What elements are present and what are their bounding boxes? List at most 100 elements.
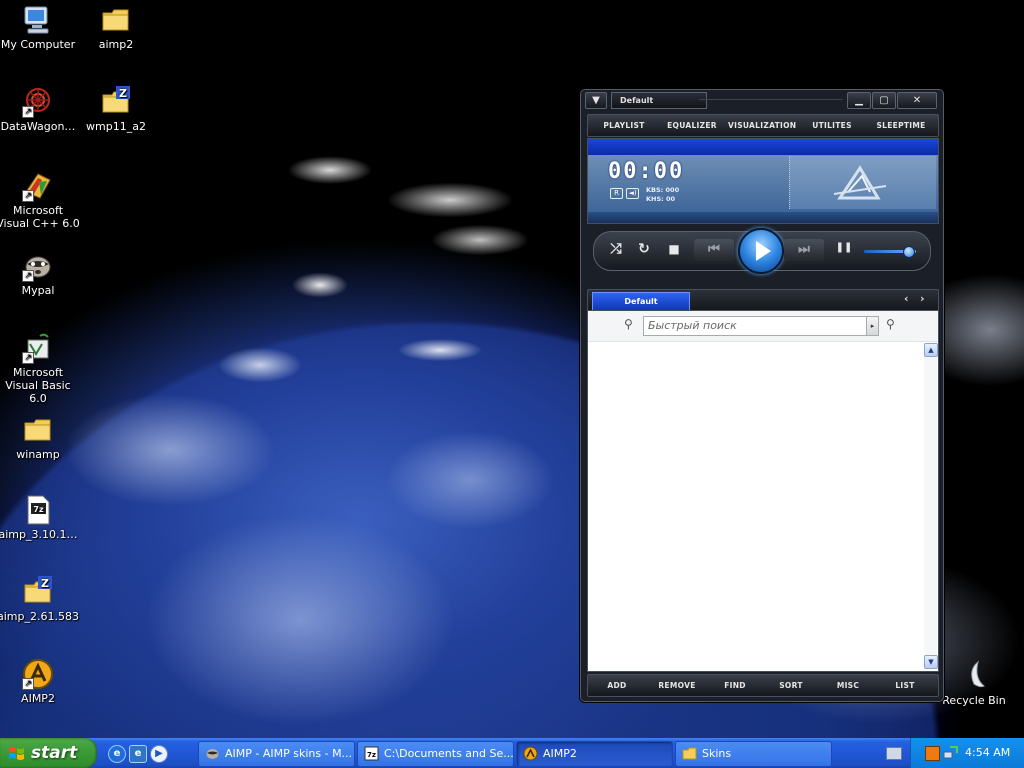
shortcut-arrow-icon: ↗ [22,352,34,364]
playlist-scrollbar[interactable]: ▲ ▼ [924,343,938,669]
repeat-indicator-icon[interactable]: R [610,188,623,199]
task-documents-folder[interactable]: 7z C:\Documents and Se... [357,741,514,767]
archive-glyph: Z [41,577,49,590]
task-label: AIMP - AIMP skins - M... [225,747,353,760]
tray-clock[interactable]: 4:54 AM [965,738,1010,768]
task-label: C:\Documents and Se... [384,747,514,760]
transport-controls: ⤮ ↻ ■ ⏮ ⏭ ❚❚ [593,228,931,274]
misc-button[interactable]: MISC [822,675,874,696]
desktop-icon-winamp-folder[interactable]: winamp [0,414,80,461]
computer-icon [22,4,54,36]
menu-utilites[interactable]: UTILITES [800,115,864,136]
media-player-quicklaunch-icon[interactable]: ▶ [150,745,168,763]
playlist-tab-default[interactable]: Default [592,292,690,311]
menu-playlist[interactable]: PLAYLIST [592,115,656,136]
scroll-up-button[interactable]: ▲ [924,343,938,357]
archive-glyph: 7z [33,505,44,514]
zip-folder-icon: Z [100,86,132,118]
list-button[interactable]: LIST [880,675,930,696]
scroll-down-button[interactable]: ▼ [924,655,938,669]
aimp-logo-icon [523,746,538,761]
previous-button[interactable]: ⏮ [694,239,734,261]
search-go-icon[interactable]: ⚲ [886,317,895,331]
player-menu-button[interactable]: ▼ [585,92,607,109]
stop-button[interactable]: ■ [664,242,684,256]
folder-icon [100,4,132,36]
repeat-button[interactable]: ↻ [634,241,654,257]
close-button[interactable]: ✕ [897,92,937,109]
tab-next-arrow[interactable]: › [920,292,925,305]
minimize-button[interactable]: ▁ [847,92,871,109]
desktop-icon-aimp2-app[interactable]: ↗ AIMP2 [0,658,80,705]
play-button[interactable] [738,228,784,274]
desktop-icon-label: aimp_2.61.583 [0,610,79,623]
desktop-icon-label: AIMP2 [21,692,55,705]
search-dropdown-button[interactable]: ▸ [866,316,879,336]
recycle-bin-icon [958,660,990,692]
datawagon-icon: ↗ [22,86,54,118]
time-readout[interactable]: 00:00 [608,159,684,184]
menu-visualization[interactable]: VISUALIZATION [728,115,796,136]
display-footer [588,212,938,223]
desktop-icon-wmp11-a2[interactable]: Z wmp11_a2 [74,86,158,133]
menu-equalizer[interactable]: EQUALIZER [660,115,724,136]
add-button[interactable]: ADD [592,675,642,696]
task-aimp2[interactable]: AIMP2 [516,741,673,767]
desktop-icon-msvb[interactable]: ↗ Microsoft Visual Basic 6.0 [0,332,80,405]
desktop-icon-label: Mypal [21,284,55,297]
titlebar-divider [699,99,843,100]
zip-folder-icon: Z [22,576,54,608]
task-skins-folder[interactable]: Skins [675,741,832,767]
quick-search-row: ⚲ ▸ ⚲ [588,311,938,342]
maximize-button[interactable]: ▢ [872,92,896,109]
task-label: AIMP2 [543,747,577,760]
desktop-icon-label: DataWagon… [0,120,76,133]
volume-slider-handle[interactable] [903,246,916,258]
menu-sleeptime[interactable]: SLEEPTIME [868,115,934,136]
playlist-tabs: Default ‹ › [587,289,939,311]
player-menubar: PLAYLIST EQUALIZER VISUALIZATION UTILITE… [587,114,939,137]
desktop-icon-msvc[interactable]: ↗ Microsoft Visual C++ 6.0 [0,170,80,230]
display-title-bar [588,139,938,155]
desktop-icon-aimp-3-archive[interactable]: 7z aimp_3.10.1… [0,494,80,541]
task-label: Skins [702,747,732,760]
visual-studio-icon: ↗ [22,170,54,202]
keyboard-icon[interactable] [886,747,902,760]
shuffle-button[interactable]: ⤮ [606,241,626,257]
sound-indicator-icon[interactable]: ◄) [626,188,639,199]
sort-button[interactable]: SORT [766,675,816,696]
desktop: My Computer aimp2 ↗ DataWagon… Z wmp11_a… [0,0,1024,738]
folder-icon [22,414,54,446]
desktop-icon-recycle-bin[interactable]: Recycle Bin [932,660,1016,707]
remove-button[interactable]: REMOVE [650,675,704,696]
next-button[interactable]: ⏭ [784,239,824,261]
desktop-icon-my-computer[interactable]: My Computer [0,4,80,51]
search-icon: ⚲ [624,317,633,331]
desktop-icon-label: My Computer [0,38,76,51]
quick-search-input[interactable] [646,318,860,333]
playlist-area[interactable]: ⚲ ▸ ⚲ ▲ ▼ [587,310,939,672]
desktop-quicklaunch-icon[interactable]: e [129,745,147,763]
desktop-icon-aimp-2-archive[interactable]: Z aimp_2.61.583 [0,576,80,623]
archive-glyph: Z [119,87,127,100]
archive-glyph: 7z [367,751,376,759]
system-tray: 4:54 AM [910,738,1024,768]
desktop-icon-datawagon[interactable]: ↗ DataWagon… [0,86,80,133]
desktop-icon-aimp2-folder[interactable]: aimp2 [74,4,158,51]
pause-button[interactable]: ❚❚ [834,242,854,253]
aimp-tray-icon[interactable] [925,746,940,761]
start-button[interactable]: start [0,738,97,768]
network-tray-icon[interactable] [943,745,958,760]
desktop-icon-label: Recycle Bin [942,694,1006,707]
visual-basic-icon: ↗ [22,332,54,364]
task-aimp-skins[interactable]: AIMP - AIMP skins - M... [198,741,355,767]
desktop-icon-label: Microsoft Visual Basic 6.0 [5,366,71,405]
desktop-icon-label: winamp [16,448,60,461]
mypal-raccoon-icon: ↗ [22,250,54,282]
find-button[interactable]: FIND [710,675,760,696]
desktop-icon-mypal[interactable]: ↗ Mypal [0,250,80,297]
player-titlebar[interactable]: ▼ Default ▁ ▢ ✕ [585,92,939,109]
tab-prev-arrow[interactable]: ‹ [904,292,909,305]
ie-quicklaunch-icon[interactable]: e [108,745,126,763]
desktop-icon-label: Microsoft Visual C++ 6.0 [0,204,80,230]
